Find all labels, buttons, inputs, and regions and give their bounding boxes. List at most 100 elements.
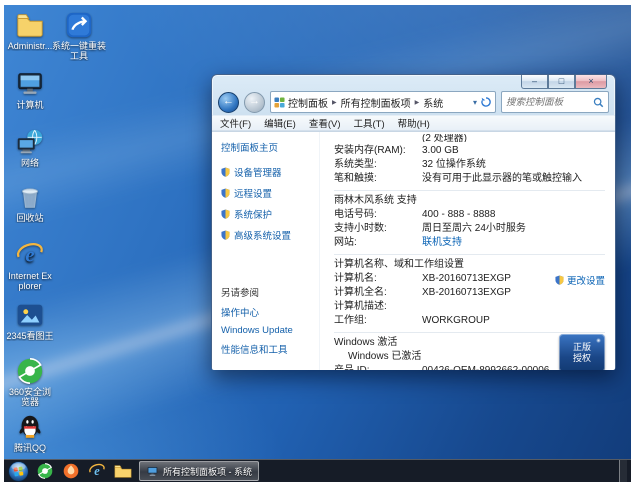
breadcrumb-all-items[interactable]: 所有控制面板项 xyxy=(338,95,414,110)
name-label: 工作组: xyxy=(334,314,422,328)
genuine-windows-badge: 正版 授权 xyxy=(559,334,605,370)
taskbar-browser-360-icon[interactable] xyxy=(35,461,55,481)
image-viewer-icon xyxy=(15,300,45,330)
sidebar-item-advanced-system-settings[interactable]: 高级系统设置 xyxy=(221,228,315,242)
minimize-button[interactable]: – xyxy=(521,75,548,89)
app-orange-icon xyxy=(62,462,80,480)
support-row-phone: 电话号码: 400 - 888 - 8888 xyxy=(334,208,605,222)
caption-buttons: – □ × xyxy=(521,75,607,89)
sidebar-item-label: 系统保护 xyxy=(234,207,272,221)
badge-line: 授权 xyxy=(573,353,591,364)
taskbar-app-orange-icon[interactable] xyxy=(61,461,81,481)
desktop-icon-label: 系统一键重装工具 xyxy=(52,41,106,61)
search-icon[interactable] xyxy=(593,97,604,108)
spec-value: 没有可用于此显示器的笔或触控输入 xyxy=(422,172,582,186)
desktop-icon-browser-360[interactable]: 360安全浏览器 xyxy=(6,356,54,407)
badge-line: 正版 xyxy=(573,342,591,353)
name-row-workgroup: 工作组: WORKGROUP xyxy=(334,314,605,328)
start-button[interactable] xyxy=(8,461,29,482)
name-value: XB-20160713EXGP xyxy=(422,286,511,300)
spec-value: 32 位操作系统 xyxy=(422,158,486,172)
back-button[interactable]: ← xyxy=(218,92,239,113)
desktop-icon-label: 腾讯QQ xyxy=(6,443,54,453)
window-titlebar[interactable]: – □ × xyxy=(212,75,615,89)
close-button[interactable]: × xyxy=(575,75,607,89)
name-label: 计算机描述: xyxy=(334,300,422,314)
taskbar-file-explorer-icon[interactable] xyxy=(113,461,133,481)
sidebar-item-remote-settings[interactable]: 远程设置 xyxy=(221,186,315,200)
browser-360-icon xyxy=(15,356,45,386)
search-box[interactable] xyxy=(501,91,609,113)
breadcrumb-separator-icon: ▶ xyxy=(414,99,421,106)
menu-bar: 文件(F) 编辑(E) 查看(V) 工具(T) 帮助(H) xyxy=(212,115,615,131)
desktop-icon-network[interactable]: 网络 xyxy=(6,127,54,168)
internet-explorer-icon: e xyxy=(15,240,45,270)
menu-file[interactable]: 文件(F) xyxy=(220,116,251,130)
desktop-icon-recycle-bin[interactable]: 回收站 xyxy=(6,182,54,223)
file-explorer-icon xyxy=(114,462,132,480)
change-settings-link[interactable]: 更改设置 xyxy=(555,273,605,287)
refresh-icon[interactable] xyxy=(480,96,492,108)
name-label: 计算机全名: xyxy=(334,286,422,300)
menu-help[interactable]: 帮助(H) xyxy=(398,116,430,130)
breadcrumb-system[interactable]: 系统 xyxy=(420,95,446,110)
desktop: Administr... 系统一键重装工具 计算机 网络 回收站 e Inter… xyxy=(4,5,631,482)
system-window-icon xyxy=(146,465,159,478)
uac-shield-icon xyxy=(221,209,230,219)
system-info-panel: (2 处理器) 安装内存(RAM): 3.00 GB 系统类型: 32 位操作系… xyxy=(320,132,615,370)
sidebar-item-control-panel-home[interactable]: 控制面板主页 xyxy=(221,140,315,154)
desktop-icon-label: Internet Explorer xyxy=(6,271,54,291)
desktop-icon-administrator[interactable]: Administr... xyxy=(6,10,54,51)
support-section-title: 雨林木风系统 支持 xyxy=(334,194,605,208)
computer-name-section: 计算机名称、域和工作组设置 更改设置 计算机名: XB-20160713EXGP… xyxy=(334,254,605,328)
menu-tools[interactable]: 工具(T) xyxy=(353,116,384,130)
spec-row-system-type: 系统类型: 32 位操作系统 xyxy=(334,158,605,172)
address-dropdown-icon[interactable]: ▾ xyxy=(473,98,477,107)
uac-shield-icon xyxy=(221,230,230,240)
windows-activation-section: Windows 激活 Windows 已激活 产品 ID: 00426-OEM-… xyxy=(334,332,605,370)
spec-row-pen-touch: 笔和触摸: 没有可用于此显示器的笔或触控输入 xyxy=(334,172,605,186)
menu-edit[interactable]: 编辑(E) xyxy=(264,116,296,130)
sidebar-item-windows-update[interactable]: Windows Update xyxy=(221,325,315,336)
support-value: 周日至周六 24小时服务 xyxy=(422,222,526,236)
online-support-link[interactable]: 联机支持 xyxy=(422,236,462,250)
sidebar: 控制面板主页 设备管理器 远程设置 系统保护 高级系统设置 xyxy=(212,132,320,370)
desktop-icon-internet-explorer[interactable]: e Internet Explorer xyxy=(6,240,54,291)
name-label: 计算机名: xyxy=(334,272,422,286)
desktop-icon-system-reinstall-tool[interactable]: 系统一键重装工具 xyxy=(52,10,106,61)
network-icon xyxy=(15,127,45,157)
svg-text:e: e xyxy=(25,245,34,267)
control-panel-icon xyxy=(274,97,285,108)
address-bar[interactable]: 控制面板 ▶ 所有控制面板项 ▶ 系统 ▾ xyxy=(270,91,496,113)
maximize-button[interactable]: □ xyxy=(548,75,575,89)
name-value: WORKGROUP xyxy=(422,314,490,328)
recycle-bin-icon xyxy=(15,182,45,212)
sidebar-item-device-manager[interactable]: 设备管理器 xyxy=(221,165,315,179)
sidebar-item-performance-tools[interactable]: 性能信息和工具 xyxy=(221,342,315,356)
see-also-title: 另请参阅 xyxy=(221,285,315,299)
spec-row-installed-memory: 安装内存(RAM): 3.00 GB xyxy=(334,144,605,158)
breadcrumb-control-panel[interactable]: 控制面板 xyxy=(285,95,331,110)
computer-icon xyxy=(15,69,45,99)
window-body: 控制面板主页 设备管理器 远程设置 系统保护 高级系统设置 xyxy=(212,131,615,370)
desktop-icon-qq[interactable]: 腾讯QQ xyxy=(6,412,54,453)
taskbar-task-button-system[interactable]: 所有控制面板项 - 系统 xyxy=(139,461,259,481)
support-row-website: 网站: 联机支持 xyxy=(334,236,605,250)
show-desktop-button[interactable] xyxy=(619,460,627,482)
search-input[interactable] xyxy=(502,97,593,108)
sidebar-item-system-protection[interactable]: 系统保护 xyxy=(221,207,315,221)
forward-button[interactable]: → xyxy=(244,92,265,113)
spec-label: 笔和触摸: xyxy=(334,172,422,186)
uac-shield-icon xyxy=(221,188,230,198)
taskbar-internet-explorer-icon[interactable]: e xyxy=(87,461,107,481)
menu-view[interactable]: 查看(V) xyxy=(309,116,341,130)
desktop-icon-computer[interactable]: 计算机 xyxy=(6,69,54,110)
desktop-icon-label: Administr... xyxy=(6,41,54,51)
uac-shield-icon xyxy=(555,275,564,285)
sidebar-item-action-center[interactable]: 操作中心 xyxy=(221,305,315,319)
desktop-icon-image-viewer[interactable]: 2345看图王 xyxy=(6,300,54,341)
task-button-label: 所有控制面板项 - 系统 xyxy=(163,465,252,478)
taskbar: e 所有控制面板项 - 系统 xyxy=(4,459,631,482)
computer-name-section-title: 计算机名称、域和工作组设置 xyxy=(334,258,605,272)
desktop-icon-label: 360安全浏览器 xyxy=(6,387,54,407)
